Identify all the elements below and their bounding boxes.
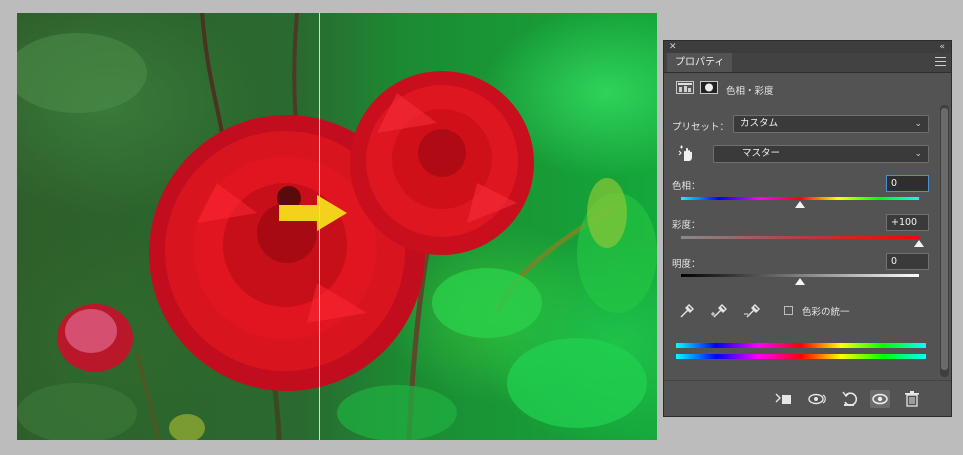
hue-label: 色相： <box>672 181 701 192</box>
hue-gradient <box>681 197 919 200</box>
mask-icon[interactable] <box>700 81 718 94</box>
scrollbar-thumb[interactable] <box>941 108 948 370</box>
panel-menu-icon[interactable] <box>935 57 946 66</box>
input-spectrum-bar <box>676 343 926 348</box>
collapse-icon[interactable]: « <box>939 41 945 53</box>
lightness-slider-thumb[interactable] <box>795 278 805 285</box>
hand-targeted-adjustment-icon[interactable] <box>678 144 694 162</box>
channel-dropdown[interactable]: マスター ⌄ <box>713 145 929 163</box>
hue-saturation-icon[interactable] <box>676 81 694 94</box>
chevron-down-icon: ⌄ <box>914 119 922 129</box>
eyedropper-subtract-icon[interactable] <box>744 302 760 320</box>
visibility-icon[interactable] <box>870 390 890 408</box>
view-previous-state-icon[interactable] <box>807 390 827 408</box>
adjustment-title: 色相・彩度 <box>726 86 774 97</box>
dahlia-photo <box>17 13 657 440</box>
hue-input[interactable]: 0 <box>886 175 929 192</box>
clip-to-layer-icon[interactable] <box>774 390 794 408</box>
colorize-checkbox[interactable] <box>784 306 793 315</box>
chevron-down-icon: ⌄ <box>914 149 922 159</box>
reset-icon[interactable] <box>840 390 860 408</box>
lightness-label: 明度： <box>672 259 701 270</box>
panel-tab-row: プロパティ <box>664 53 951 73</box>
lightness-input[interactable]: 0 <box>886 253 929 270</box>
panel-scrollbar[interactable] <box>940 105 949 377</box>
eyedropper-add-icon[interactable] <box>711 302 727 320</box>
channel-value: マスター <box>742 148 781 159</box>
saturation-input[interactable]: +100 <box>886 214 929 231</box>
tab-properties[interactable]: プロパティ <box>667 53 733 72</box>
panel-titlebar[interactable]: ✕ « <box>664 41 951 53</box>
hue-slider-thumb[interactable] <box>795 201 805 208</box>
before-after-divider <box>319 13 320 440</box>
preset-dropdown[interactable]: カスタム ⌄ <box>733 115 929 133</box>
close-icon[interactable]: ✕ <box>669 41 677 53</box>
trash-icon[interactable] <box>902 390 922 408</box>
preset-label: プリセット： <box>672 122 730 133</box>
saturation-slider-thumb[interactable] <box>914 240 924 247</box>
panel-footer <box>664 380 951 417</box>
output-spectrum-bar <box>676 354 926 359</box>
lightness-gradient <box>681 274 919 277</box>
properties-panel: ✕ « プロパティ 色相・彩度 プリセット： カスタム ⌄ マスター ⌄ 色相：… <box>663 40 952 417</box>
colorize-label: 色彩の統一 <box>802 307 850 318</box>
saturation-gradient <box>681 236 919 239</box>
eyedropper-icon[interactable] <box>678 302 694 320</box>
preset-value: カスタム <box>740 118 779 129</box>
canvas-photo <box>17 13 657 440</box>
saturation-label: 彩度： <box>672 220 701 231</box>
